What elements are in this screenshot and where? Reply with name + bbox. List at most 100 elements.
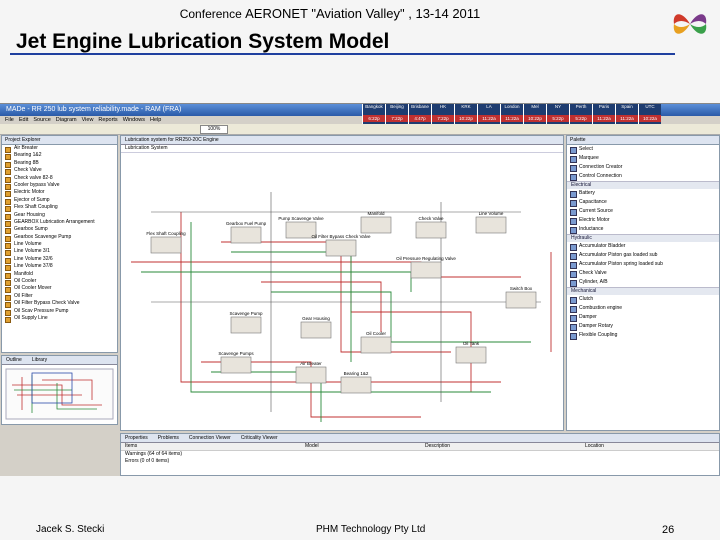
palette-item[interactable]: Check Valve (567, 269, 719, 278)
tab-library[interactable]: Library (32, 357, 47, 363)
palette-item[interactable]: Cylinder, A/B (567, 278, 719, 287)
palette-item[interactable]: Electric Motor (567, 216, 719, 225)
palette-item[interactable]: Inductance (567, 225, 719, 234)
component-box[interactable] (415, 221, 447, 239)
menu-item-diagram[interactable]: Diagram (56, 117, 77, 123)
palette-tool[interactable]: Connection Creator (567, 163, 719, 172)
project-tree-item[interactable]: Ejector of Sump (2, 197, 117, 206)
menu-item-file[interactable]: File (5, 117, 14, 123)
palette-item[interactable]: Accumulator Bladder (567, 242, 719, 251)
tab-connection-viewer[interactable]: Connection Viewer (189, 435, 231, 441)
palette-tool[interactable]: Control Connection (567, 172, 719, 181)
component-box[interactable] (410, 261, 442, 279)
palette-item[interactable]: Battery (567, 189, 719, 198)
project-tree-item[interactable]: Oil Cooler (2, 278, 117, 287)
project-tree-item[interactable]: Cooler bypass Valve (2, 182, 117, 191)
tab-criticality-viewer[interactable]: Criticality Viewer (241, 435, 278, 441)
project-tree-item[interactable]: Flex Shaft Coupling (2, 204, 117, 213)
column-header[interactable]: Items (125, 443, 305, 450)
palette-section-mechanical[interactable]: Mechanical (567, 287, 719, 295)
menu-item-help[interactable]: Help (150, 117, 161, 123)
project-tree-item[interactable]: Oil Cooler Mover (2, 285, 117, 294)
project-tree-item[interactable]: Oil Filter Bypass Check Valve (2, 300, 117, 309)
component-box[interactable] (505, 291, 537, 309)
component-box[interactable] (295, 366, 327, 384)
component-box[interactable] (360, 216, 392, 234)
tab-outline[interactable]: Outline (6, 357, 22, 363)
problem-row[interactable]: Warnings (64 of 64 items) (121, 451, 719, 458)
project-tree-item[interactable]: Air Breater (2, 145, 117, 154)
project-tree-item[interactable]: Gearbox Scavenge Pump (2, 234, 117, 243)
diagram-component[interactable]: Check Valve (415, 216, 447, 239)
project-tree-item[interactable]: Oil Supply Line (2, 315, 117, 324)
component-box[interactable] (230, 226, 262, 244)
project-tree-item[interactable]: Manifold (2, 271, 117, 280)
project-tree-item[interactable]: Oil Filter (2, 293, 117, 302)
palette-section-electrical[interactable]: Electrical (567, 181, 719, 189)
palette-item[interactable]: Capacitance (567, 198, 719, 207)
component-box[interactable] (300, 321, 332, 339)
project-tree-item[interactable]: Gear Housing (2, 212, 117, 220)
palette-item[interactable]: Combustion engine (567, 304, 719, 313)
column-header[interactable]: Model (305, 443, 425, 450)
menu-item-windows[interactable]: Windows (123, 117, 145, 123)
column-header[interactable]: Location (585, 443, 705, 450)
project-tree-item[interactable]: Check valve 82-8 (2, 175, 117, 184)
diagram-component[interactable]: Gearbox Fuel Pump (226, 221, 267, 244)
component-box[interactable] (455, 346, 487, 364)
diagram-component[interactable]: Oil Filter Bypass Check Valve (312, 234, 371, 257)
component-box[interactable] (360, 336, 392, 354)
diagram-component[interactable]: Switch Box (505, 286, 537, 309)
lubrication-diagram[interactable]: Flex Shaft Coupling Gearbox Fuel Pump Pump… (121, 152, 561, 430)
project-tree-item[interactable]: Line Volume 32/6 (2, 256, 117, 265)
diagram-component[interactable]: Gear Housing (300, 316, 332, 339)
project-tree-item[interactable]: Line Volume (2, 241, 117, 250)
palette-item[interactable]: Accumulator Piston spring loaded sub (567, 260, 719, 269)
diagram-component[interactable]: Scavenge Pump (229, 311, 263, 334)
project-tree-item[interactable]: Line Volume 3/1 (2, 248, 117, 257)
component-box[interactable] (475, 216, 507, 234)
tab-properties[interactable]: Properties (125, 435, 148, 441)
menu-item-edit[interactable]: Edit (19, 117, 28, 123)
component-box[interactable] (150, 236, 182, 254)
menu-item-reports[interactable]: Reports (98, 117, 117, 123)
project-tree-item[interactable]: Check Valve (2, 167, 117, 176)
project-tree-item[interactable]: Electric Motor (2, 189, 117, 198)
component-box[interactable] (230, 316, 262, 334)
clock-city: KRK (461, 104, 471, 109)
menu-item-source[interactable]: Source (33, 117, 50, 123)
palette-item[interactable]: Accumulator Piston gas loaded sub (567, 251, 719, 260)
project-tree-item[interactable]: Line Volume 37/8 (2, 263, 117, 272)
diagram-component[interactable]: Scavenge Pumps (218, 351, 254, 374)
zoom-select[interactable]: 100% (200, 125, 228, 134)
diagram-component[interactable]: Manifold (360, 211, 392, 234)
project-tree-item[interactable]: Bearing 8B (2, 160, 117, 169)
diagram-component[interactable]: Line Volume (475, 211, 507, 234)
diagram-component[interactable]: Air Breater (295, 361, 327, 384)
project-tree-item[interactable]: Oil Scav Pressure Pump (2, 308, 117, 317)
project-tree-item[interactable]: Bearing 1&2 (2, 152, 117, 161)
palette-item[interactable]: Clutch (567, 295, 719, 304)
diagram-component[interactable]: Flex Shaft Coupling (146, 231, 186, 254)
palette-item[interactable]: Flexible Coupling (567, 331, 719, 340)
diagram-component[interactable]: Oil Tank (455, 341, 487, 364)
palette-section-hydraulic[interactable]: Hydraulic (567, 234, 719, 242)
problem-row[interactable]: Errors (0 of 0 items) (121, 458, 719, 465)
diagram-component[interactable]: Oil Cooler (360, 331, 392, 354)
palette-item[interactable]: Damper (567, 313, 719, 322)
palette-item[interactable]: Current Source (567, 207, 719, 216)
palette-tool[interactable]: Marquee (567, 154, 719, 163)
palette-tool[interactable]: Select (567, 145, 719, 154)
diagram-component[interactable]: Bearing 1&2 (340, 371, 372, 394)
editor-tab[interactable]: Lubrication system for RR250-20C Engine (121, 136, 563, 145)
tab-problems[interactable]: Problems (158, 435, 179, 441)
component-box[interactable] (340, 376, 372, 394)
project-tree-item[interactable]: Gearbox Sump (2, 226, 117, 235)
component-box[interactable] (220, 356, 252, 374)
palette-item[interactable]: Damper Rotary (567, 322, 719, 331)
column-header[interactable]: Description (425, 443, 585, 450)
component-box[interactable] (325, 239, 357, 257)
project-tree-item[interactable]: GEARBOX Lubrication Arrangement (2, 219, 117, 228)
diagram-component[interactable]: Oil Pressure Regulating Valve (396, 256, 456, 279)
menu-item-view[interactable]: View (82, 117, 94, 123)
